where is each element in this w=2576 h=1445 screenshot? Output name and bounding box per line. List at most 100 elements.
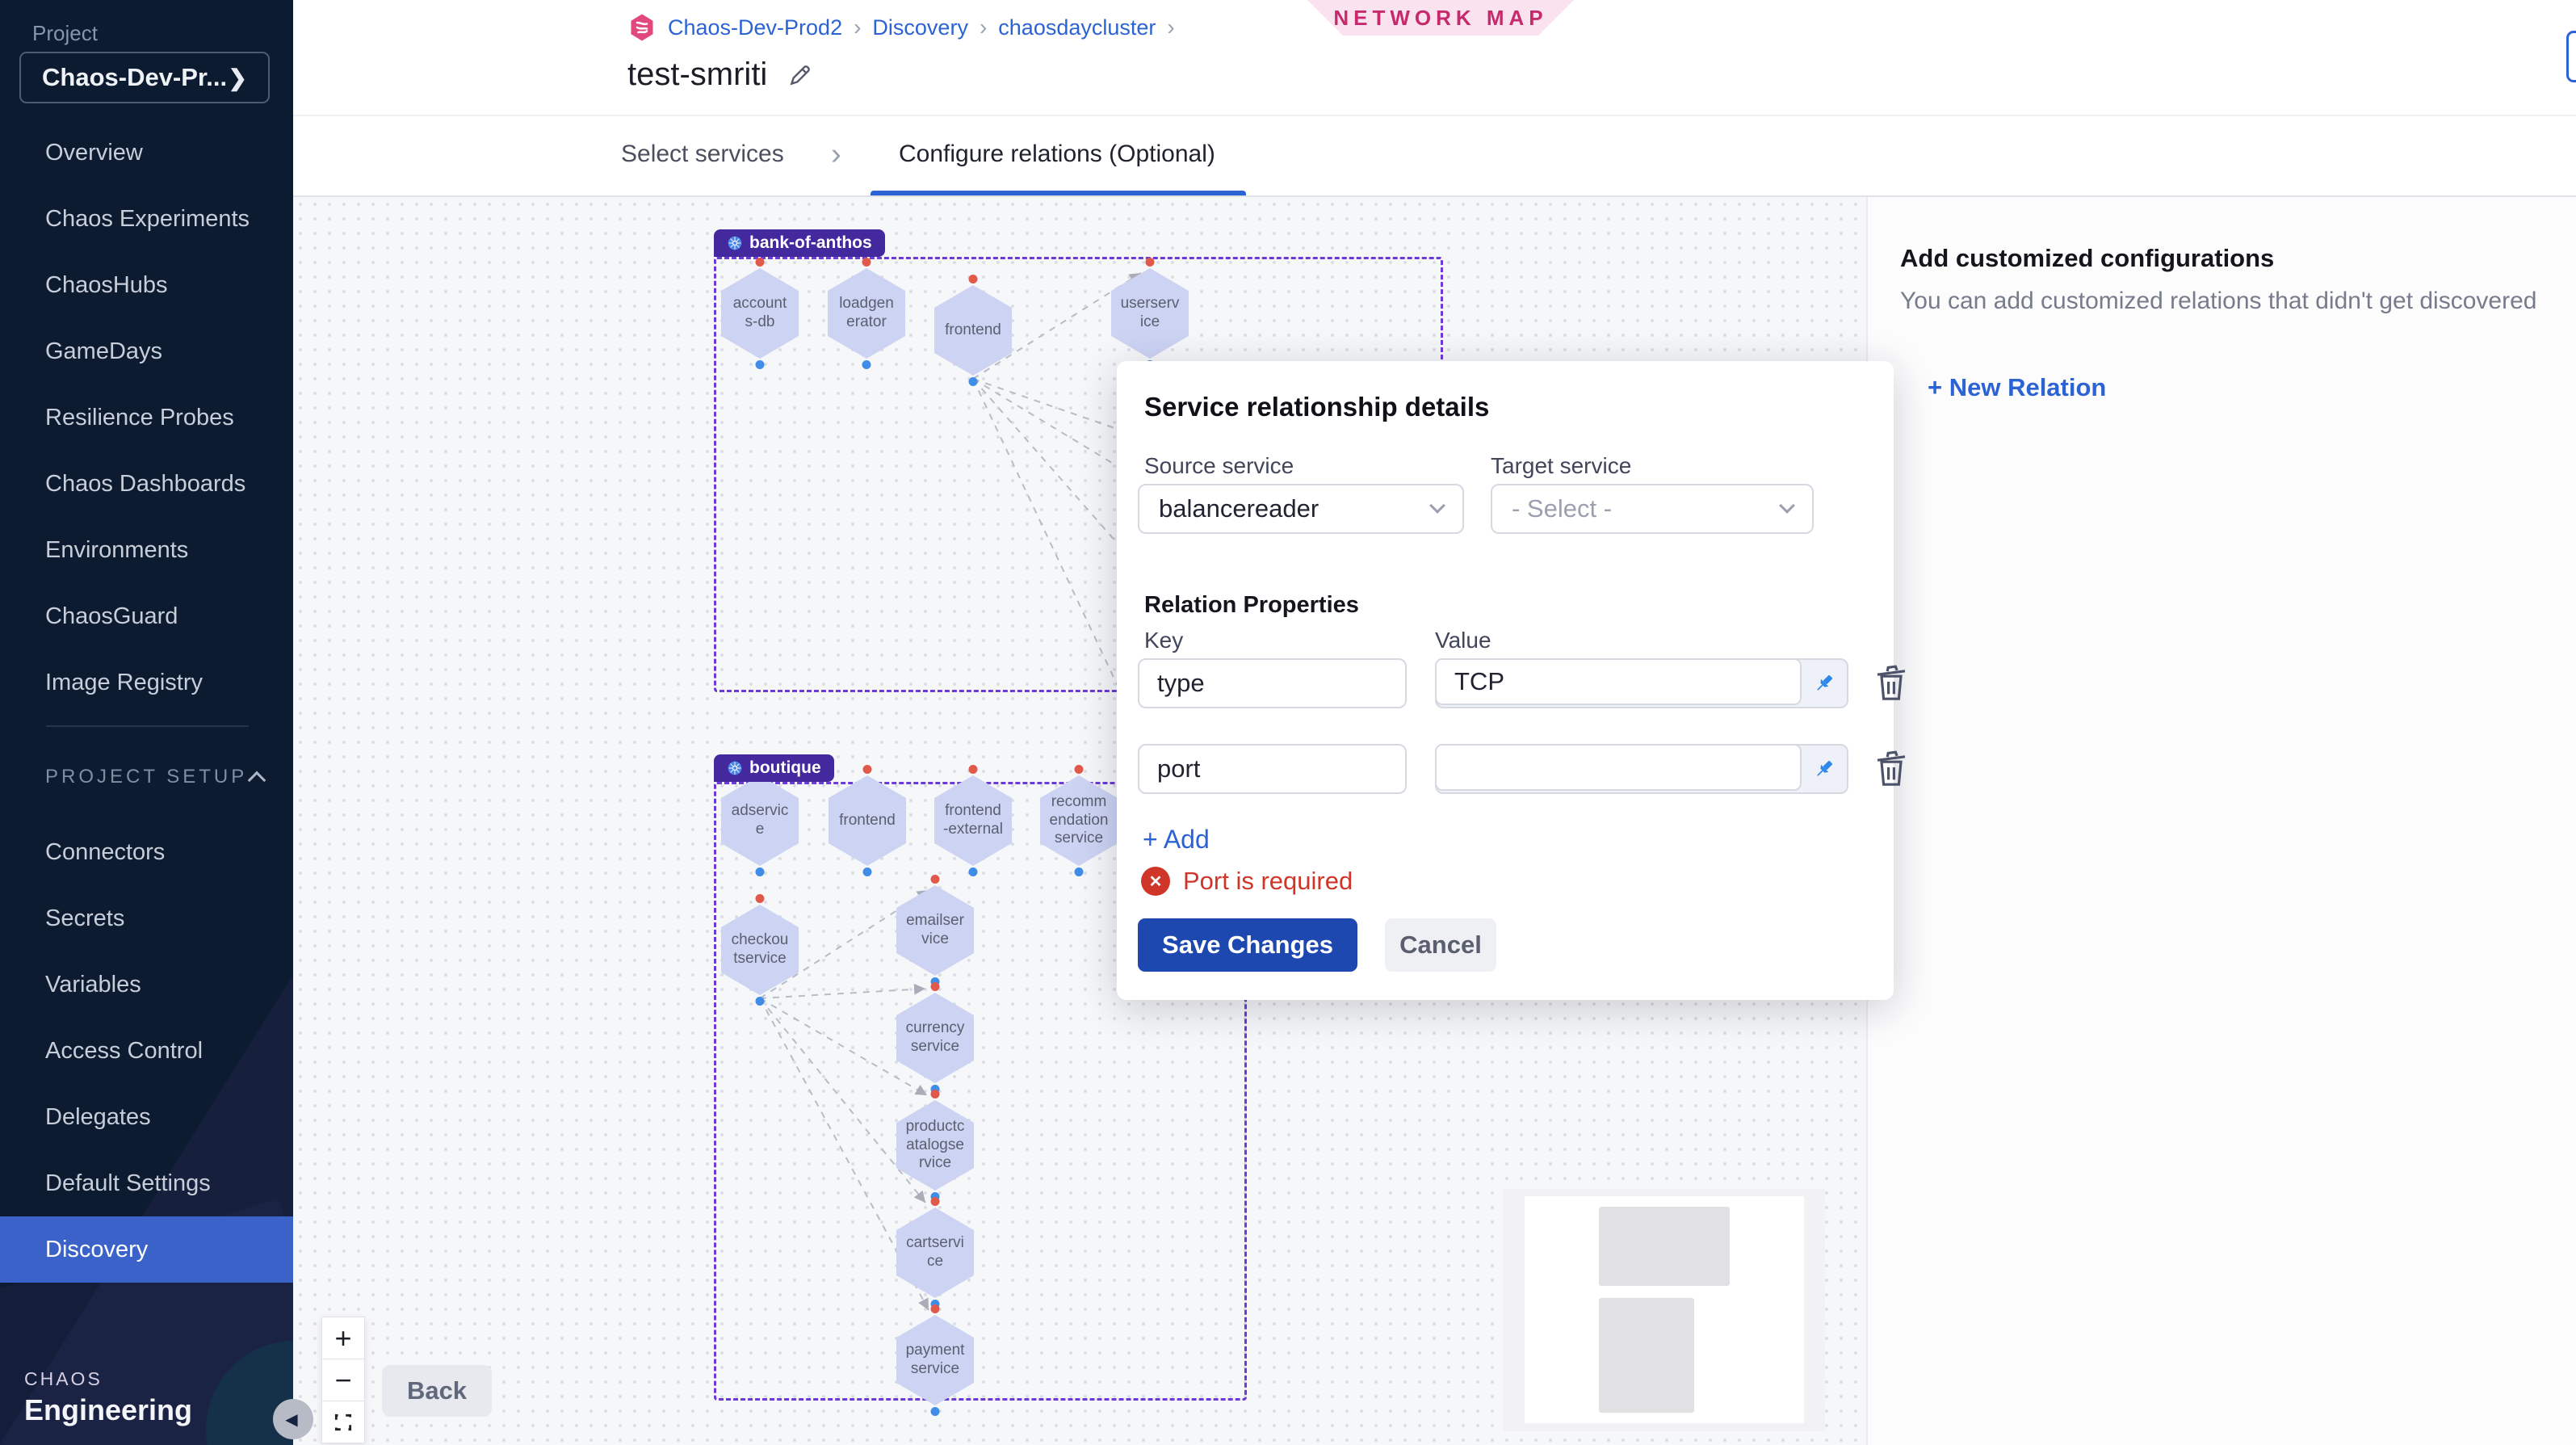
minimap[interactable] (1504, 1189, 1825, 1431)
sidebar-item-chaos-experiments[interactable]: Chaos Experiments (0, 186, 293, 252)
fullscreen-button[interactable] (321, 1401, 365, 1443)
service-node-adservice[interactable]: adservice (721, 775, 799, 866)
source-handle[interactable] (969, 867, 978, 876)
sidebar-item-environments[interactable]: Environments (0, 517, 293, 583)
target-handle[interactable] (931, 1304, 940, 1313)
tab-select-services[interactable]: Select services (621, 141, 784, 168)
pin-button[interactable] (1802, 660, 1847, 707)
target-handle[interactable] (862, 258, 871, 267)
cluster-label-boutique[interactable]: boutique (714, 754, 834, 782)
sidebar: Project Chaos-Dev-Pr... ❯ OverviewChaos … (0, 0, 293, 1445)
hexagon-shape: frontend (829, 775, 906, 866)
sidebar-collapse-button[interactable]: ◀ (273, 1399, 313, 1439)
cancel-button[interactable]: Cancel (1385, 918, 1496, 972)
sidebar-item-default-settings[interactable]: Default Settings (0, 1150, 293, 1216)
sidebar-item-overview[interactable]: Overview (0, 120, 293, 186)
service-node-frontend-external[interactable]: frontend-external (934, 775, 1012, 866)
sidebar-nav-main: OverviewChaos ExperimentsChaosHubsGameDa… (0, 120, 293, 716)
sidebar-item-connectors[interactable]: Connectors (0, 819, 293, 885)
service-node-loadgenerator[interactable]: loadgenerator (828, 268, 905, 359)
zoom-out-button[interactable]: − (321, 1359, 365, 1401)
target-handle[interactable] (1146, 258, 1155, 267)
back-button[interactable]: Back (382, 1365, 492, 1417)
target-handle[interactable] (756, 258, 765, 267)
source-handle[interactable] (863, 867, 872, 876)
service-node-currencyservice[interactable]: currencyservice (896, 993, 974, 1083)
tab-configure-relations[interactable]: Configure relations (Optional) (899, 141, 1215, 168)
edit-pencil-icon[interactable] (787, 61, 814, 89)
save-changes-button[interactable]: Save Changes (1138, 918, 1357, 972)
target-handle[interactable] (969, 275, 978, 284)
cluster-label-bank-of-anthos[interactable]: bank-of-anthos (714, 229, 885, 257)
service-node-userservice[interactable]: userservice (1111, 268, 1189, 359)
breadcrumb-link-account[interactable]: Chaos-Dev-Prod2 (668, 15, 842, 40)
hexagon-shape: cartservice (896, 1208, 974, 1298)
breadcrumb-link-discovery[interactable]: Discovery (872, 15, 968, 40)
chevron-up-icon (248, 771, 266, 790)
service-node-accounts-db[interactable]: accounts-db (721, 268, 799, 359)
service-node-emailservice[interactable]: emailservice (896, 885, 974, 976)
service-node-cartservice[interactable]: cartservice (896, 1208, 974, 1298)
target-handle[interactable] (1075, 765, 1084, 774)
target-service-select[interactable]: - Select - (1491, 484, 1814, 534)
sidebar-item-chaosguard[interactable]: ChaosGuard (0, 583, 293, 649)
value-input-port[interactable] (1435, 744, 1802, 791)
hexagon-shape: accounts-db (721, 268, 799, 359)
validation-error: ✕ Port is required (1141, 867, 1353, 896)
sidebar-item-delegates[interactable]: Delegates (0, 1084, 293, 1150)
sidebar-item-chaos-dashboards[interactable]: Chaos Dashboards (0, 451, 293, 517)
sidebar-item-chaoshubs[interactable]: ChaosHubs (0, 252, 293, 318)
value-input-type[interactable] (1435, 658, 1802, 705)
sidebar-divider (46, 725, 249, 727)
target-handle[interactable] (969, 765, 978, 774)
relation-properties-heading: Relation Properties (1144, 592, 1359, 619)
target-handle[interactable] (931, 1090, 940, 1098)
chevron-down-icon (1779, 498, 1795, 514)
service-node-productcatalogservice[interactable]: productcatalogservice (896, 1100, 974, 1191)
source-handle[interactable] (1075, 867, 1084, 876)
pushpin-icon (1812, 757, 1836, 781)
source-handle[interactable] (756, 997, 765, 1006)
project-setup-section-header[interactable]: PROJECT SETUP (45, 766, 263, 788)
sidebar-item-discovery[interactable]: Discovery (0, 1216, 293, 1283)
source-handle[interactable] (756, 867, 765, 876)
key-input-type[interactable] (1138, 658, 1407, 708)
sidebar-item-resilience-probes[interactable]: Resilience Probes (0, 384, 293, 451)
key-input-port[interactable] (1138, 744, 1407, 794)
zoom-in-button[interactable]: + (321, 1317, 365, 1359)
source-handle[interactable] (931, 1407, 940, 1416)
service-node-frontend[interactable]: frontend (829, 775, 906, 866)
source-service-select[interactable]: balancereader (1138, 484, 1464, 534)
target-handle[interactable] (863, 765, 872, 774)
target-handle[interactable] (756, 894, 765, 903)
target-handle[interactable] (931, 875, 940, 884)
trash-icon[interactable] (1872, 662, 1911, 704)
service-node-recommendationservice[interactable]: recommendationservice (1040, 775, 1118, 866)
breadcrumb-separator: › (980, 15, 987, 40)
source-handle[interactable] (969, 377, 978, 386)
service-node-paymentservice[interactable]: paymentservice (896, 1315, 974, 1405)
sidebar-item-image-registry[interactable]: Image Registry (0, 649, 293, 716)
target-handle[interactable] (931, 982, 940, 991)
target-handle[interactable] (931, 1197, 940, 1206)
sidebar-item-access-control[interactable]: Access Control (0, 1018, 293, 1084)
sidebar-item-variables[interactable]: Variables (0, 951, 293, 1018)
new-relation-button[interactable]: + New Relation (1928, 373, 2106, 402)
panel-subtitle: You can add customized relations that di… (1900, 288, 2546, 315)
source-service-label: Source service (1144, 453, 1294, 479)
source-handle[interactable] (862, 360, 871, 369)
minimap-viewport (1525, 1196, 1804, 1423)
add-property-link[interactable]: + Add (1143, 825, 1210, 855)
sidebar-item-gamedays[interactable]: GameDays (0, 318, 293, 384)
pin-button[interactable] (1802, 746, 1847, 792)
service-node-frontend[interactable]: frontend (934, 285, 1012, 376)
tab-chevron-icon: › (831, 137, 841, 172)
project-selector[interactable]: Chaos-Dev-Pr... ❯ (19, 52, 270, 103)
discard-button[interactable]: Discard (2566, 31, 2576, 82)
source-handle[interactable] (756, 360, 765, 369)
value-group (1435, 744, 1848, 794)
trash-icon[interactable] (1872, 748, 1911, 790)
sidebar-item-secrets[interactable]: Secrets (0, 885, 293, 951)
breadcrumb-link-cluster[interactable]: chaosdaycluster (998, 15, 1156, 40)
service-node-checkoutservice[interactable]: checkoutservice (721, 905, 799, 995)
